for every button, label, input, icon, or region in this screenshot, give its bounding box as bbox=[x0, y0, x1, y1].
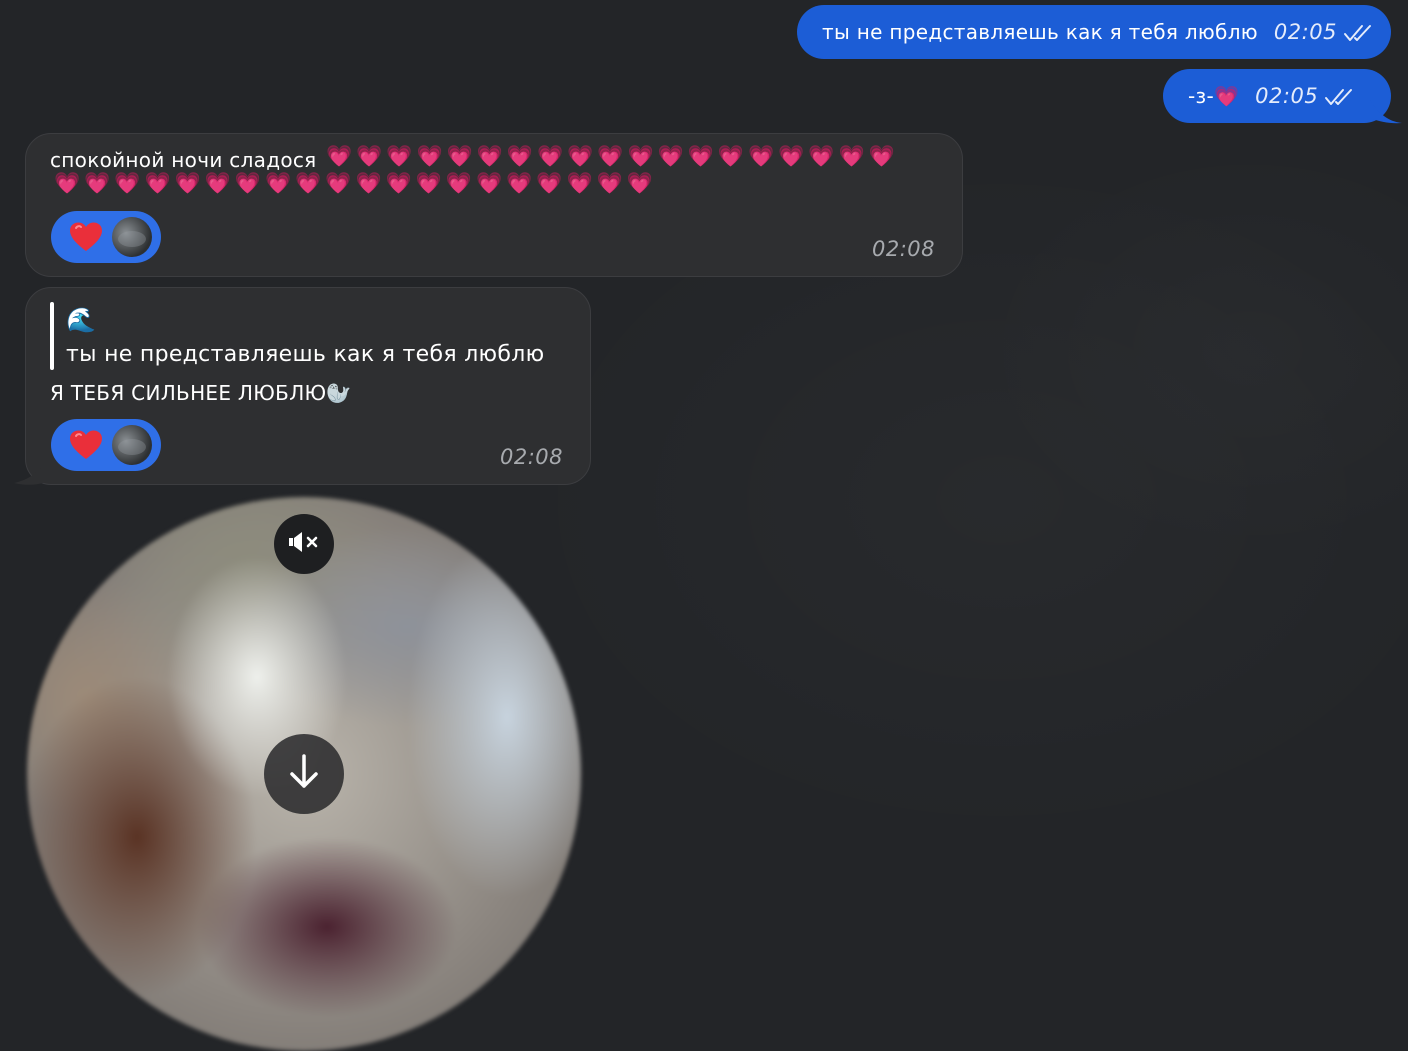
reply-quote[interactable]: 🌊 ты не представляешь как я тебя люблю bbox=[66, 306, 544, 372]
incoming-message[interactable]: 🌊 ты не представляешь как я тебя люблю Я… bbox=[25, 287, 591, 485]
reaction-pill[interactable] bbox=[51, 211, 161, 263]
double-check-icon bbox=[1324, 87, 1354, 105]
incoming-message[interactable]: спокойной ночи сладося 💗💗💗💗💗💗💗💗💗💗💗💗💗💗💗💗💗… bbox=[25, 133, 963, 277]
hearts-emoji-row: 💗💗💗💗💗💗💗💗💗💗💗💗💗💗💗💗💗💗💗💗 bbox=[54, 171, 657, 195]
message-time: 02:08 bbox=[500, 445, 564, 469]
bubble-tail bbox=[1370, 100, 1402, 124]
hearts-emoji-row: 💗💗💗💗💗💗💗💗💗💗💗💗💗💗💗💗💗💗💗 bbox=[326, 144, 899, 168]
message-text: Я ТЕБЯ СИЛЬНЕЕ ЛЮБЛЮ🦭 bbox=[50, 381, 352, 405]
message-time: 02:08 bbox=[872, 237, 936, 261]
reply-bar bbox=[50, 302, 54, 370]
reply-text: ты не представляешь как я тебя люблю bbox=[66, 342, 545, 367]
outgoing-message[interactable]: -з-💗 02:05 bbox=[1163, 69, 1391, 123]
arrow-down-icon bbox=[286, 752, 322, 796]
heart-reaction-icon bbox=[69, 430, 103, 460]
speaker-muted-icon bbox=[287, 530, 321, 558]
message-time: 02:05 bbox=[1255, 84, 1319, 108]
download-button[interactable] bbox=[264, 734, 344, 814]
outgoing-message[interactable]: ты не представляешь как я тебя люблю 02:… bbox=[797, 5, 1391, 59]
message-text: спокойной ночи сладося bbox=[50, 148, 317, 172]
reactor-avatar bbox=[112, 425, 152, 465]
bubble-tail bbox=[14, 460, 46, 485]
wave-emoji: 🌊 bbox=[66, 306, 97, 334]
reactor-avatar bbox=[112, 217, 152, 257]
heart-reaction-icon bbox=[69, 222, 103, 252]
message-text: ты не представляешь как я тебя люблю bbox=[822, 20, 1258, 44]
message-text: -з-💗 bbox=[1188, 84, 1240, 108]
mute-button[interactable] bbox=[274, 514, 334, 574]
double-check-icon bbox=[1343, 23, 1373, 41]
message-time: 02:05 bbox=[1273, 20, 1337, 44]
reaction-pill[interactable] bbox=[51, 419, 161, 471]
